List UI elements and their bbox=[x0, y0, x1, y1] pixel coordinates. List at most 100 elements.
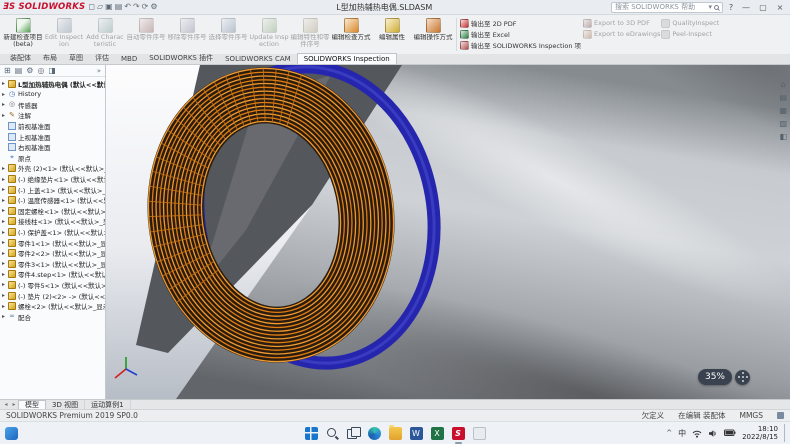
feature-tree-item[interactable]: 螺栓<2> (默认<<默认>_显示状态- bbox=[0, 301, 105, 312]
edge-icon[interactable] bbox=[368, 427, 381, 440]
peelinspect-button[interactable]: Peel-Inspect bbox=[661, 29, 719, 39]
tab-layout[interactable]: 布局 bbox=[37, 52, 63, 64]
export-2d-pdf-button[interactable]: 输出至 2D PDF bbox=[460, 18, 582, 28]
new-file-icon[interactable]: ◻ bbox=[88, 3, 95, 11]
feature-tree-item[interactable]: (-) 零件5<1> (默认<<默认>_显示状 bbox=[0, 280, 105, 291]
solidworks-icon[interactable] bbox=[452, 427, 465, 440]
update-inspection-button[interactable]: Update Inspection bbox=[249, 16, 289, 53]
feature-tree-item[interactable]: 右视基准面 bbox=[0, 142, 105, 153]
auto-balloon-button[interactable]: 自动零件序号 bbox=[126, 16, 166, 53]
explorer-icon[interactable] bbox=[389, 427, 402, 440]
excel-icon[interactable] bbox=[431, 427, 444, 440]
feature-tree-item[interactable]: 零件3<1> (默认<<默认>_显示状态 bbox=[0, 259, 105, 270]
export-excel-button[interactable]: 输出至 Excel bbox=[460, 29, 582, 39]
feature-tree-item[interactable]: 外壳 (2)<1> (默认<<默认>_显示状态-1 bbox=[0, 163, 105, 174]
new-inspection-project-button[interactable]: 新建检查项目 (beta) bbox=[3, 16, 43, 53]
open-file-icon[interactable]: ▱ bbox=[97, 3, 103, 11]
battery-icon[interactable] bbox=[724, 429, 736, 437]
configurationmanager-tab-icon[interactable]: ⚙ bbox=[26, 67, 33, 75]
feature-tree-item[interactable]: (-) 垫片 (2)<2> -> (默认<<默认>_显 bbox=[0, 290, 105, 301]
close-button[interactable]: × bbox=[773, 0, 787, 15]
tab-scroll-right-icon[interactable] bbox=[10, 401, 18, 408]
feature-tree-item[interactable]: (-) 绝缘垫片<1> (默认<<默认>_显示状 bbox=[0, 174, 105, 185]
feature-tree-item[interactable]: 前视基准面 bbox=[0, 121, 105, 132]
3d-model-view[interactable] bbox=[106, 65, 790, 399]
options-icon[interactable]: ⚙ bbox=[150, 3, 157, 11]
tab-sw-addins[interactable]: SOLIDWORKS 插件 bbox=[143, 52, 219, 64]
search-input[interactable]: 搜索 SOLIDWORKS 帮助 bbox=[611, 2, 723, 13]
start-icon[interactable] bbox=[305, 427, 318, 440]
appearances-icon[interactable]: ◧ bbox=[779, 133, 787, 141]
feature-tree-item[interactable]: 固定螺栓<1> (默认<<默认>_显示状 bbox=[0, 206, 105, 217]
feature-tree-item[interactable]: 零件1<1> (默认<<默认>_显示状态- bbox=[0, 237, 105, 248]
tab-scroll-left-icon[interactable] bbox=[2, 401, 10, 408]
tab-motion-study[interactable]: 运动算例1 bbox=[85, 400, 130, 409]
tab-assembly[interactable]: 装配体 bbox=[4, 52, 37, 64]
feature-tree-item[interactable]: History bbox=[0, 89, 105, 100]
tab-sw-cam[interactable]: SOLIDWORKS CAM bbox=[219, 54, 297, 64]
search-icon[interactable] bbox=[326, 427, 339, 440]
show-desktop-button[interactable] bbox=[784, 424, 787, 442]
edit-inspection-button[interactable]: Edit Inspection bbox=[44, 16, 84, 53]
tab-sketch[interactable]: 草图 bbox=[63, 52, 89, 64]
undo-icon[interactable]: ↶ bbox=[124, 3, 131, 11]
ime-indicator[interactable]: 中 bbox=[678, 428, 686, 439]
feature-tree-item[interactable]: 零件2<2> (默认<<默认>_显示状态 bbox=[0, 248, 105, 259]
taskview-icon[interactable] bbox=[347, 427, 360, 440]
task-pane-resources-icon[interactable]: ⌂ bbox=[781, 81, 786, 89]
zoom-joystick[interactable] bbox=[735, 370, 750, 385]
feature-tree-item[interactable]: 配合 bbox=[0, 311, 105, 322]
feature-tree-item[interactable]: 原点 bbox=[0, 153, 105, 164]
minimize-button[interactable]: — bbox=[739, 0, 753, 15]
remove-balloons-button[interactable]: 移除零件序号 bbox=[167, 16, 207, 53]
edit-inspection-method-button[interactable]: 编辑检查方式 bbox=[331, 16, 371, 53]
feature-tree-item[interactable]: 注解 bbox=[0, 110, 105, 121]
units-indicator[interactable]: MMGS bbox=[739, 411, 763, 420]
feature-tree-item[interactable]: (-) 保护盖<1> (默认<<默认>_显示状 bbox=[0, 227, 105, 238]
chevron-down-icon[interactable] bbox=[708, 3, 712, 11]
maximize-button[interactable]: ▢ bbox=[756, 0, 770, 15]
edit-properties-button[interactable]: 编辑属性 bbox=[372, 16, 412, 53]
export-edrawings-button[interactable]: Export to eDrawings bbox=[583, 29, 660, 39]
volume-icon[interactable] bbox=[708, 429, 718, 438]
feature-tree-item[interactable]: 传感器 bbox=[0, 100, 105, 111]
status-tag-icon[interactable] bbox=[777, 412, 784, 419]
export-3d-pdf-button[interactable]: Export to 3D PDF bbox=[583, 18, 660, 28]
edit-characteristics-balloons-button[interactable]: 编辑特性和零件序号 bbox=[290, 16, 330, 53]
redo-icon[interactable]: ↷ bbox=[133, 3, 140, 11]
qualityinspect-button[interactable]: QualityInspect bbox=[661, 18, 719, 28]
wifi-icon[interactable] bbox=[692, 429, 702, 438]
graphics-area[interactable]: ⌂▤▦▧◧ 35% bbox=[106, 65, 790, 399]
feature-tree-item[interactable]: 接线柱<1> (默认<<默认>_显示状态 bbox=[0, 216, 105, 227]
help-button[interactable]: ? bbox=[726, 3, 736, 12]
tab-mbd[interactable]: MBD bbox=[115, 54, 143, 64]
view-palette-icon[interactable]: ▧ bbox=[779, 120, 787, 128]
export-sw-inspection-project-button[interactable]: 输出至 SOLIDWORKS Inspection 项目 bbox=[460, 40, 582, 50]
select-balloons-button[interactable]: 选择零件序号 bbox=[208, 16, 248, 53]
tab-evaluate[interactable]: 评估 bbox=[89, 52, 115, 64]
rebuild-icon[interactable]: ⟳ bbox=[142, 3, 149, 11]
notepad-icon[interactable] bbox=[473, 427, 486, 440]
add-characteristic-button[interactable]: Add Characteristic bbox=[85, 16, 125, 53]
tab-model[interactable]: 模型 bbox=[18, 400, 46, 409]
propertymanager-tab-icon[interactable]: ▤ bbox=[15, 67, 23, 75]
feature-tree-item[interactable]: (-) 温度传感器<1> (默认<<默认>_显 bbox=[0, 195, 105, 206]
feature-tree-root[interactable]: L型加热辅热电偶 (默认<<默认>_显示状态-1 bbox=[0, 78, 105, 89]
feature-tree-item[interactable]: 上视基准面 bbox=[0, 131, 105, 142]
displaymanager-tab-icon[interactable]: ◨ bbox=[48, 67, 56, 75]
featuremanager-tree-tab-icon[interactable]: ⊞ bbox=[4, 67, 11, 75]
design-library-icon[interactable]: ▤ bbox=[779, 94, 787, 102]
save-icon[interactable]: ▣ bbox=[105, 3, 113, 11]
panel-overflow-icon[interactable] bbox=[97, 67, 101, 75]
tab-sw-inspection[interactable]: SOLIDWORKS Inspection bbox=[297, 53, 397, 64]
print-icon[interactable]: ▤ bbox=[115, 3, 123, 11]
tab-3d-views[interactable]: 3D 视图 bbox=[46, 400, 85, 409]
tray-overflow-ic[interactable]: ^ bbox=[666, 429, 672, 437]
word-icon[interactable] bbox=[410, 427, 423, 440]
feature-tree-item[interactable]: (-) 上盖<1> (默认<<默认>_显示状态- bbox=[0, 184, 105, 195]
file-explorer-pane-icon[interactable]: ▦ bbox=[779, 107, 787, 115]
dimxpertmanager-tab-icon[interactable]: ◎ bbox=[37, 67, 44, 75]
edit-operation-method-button[interactable]: 编辑操作方式 bbox=[413, 16, 453, 53]
feature-tree-item[interactable]: 零件4.step<1> (默认<<默认>_显示 bbox=[0, 269, 105, 280]
widgets-icon[interactable] bbox=[5, 427, 18, 440]
